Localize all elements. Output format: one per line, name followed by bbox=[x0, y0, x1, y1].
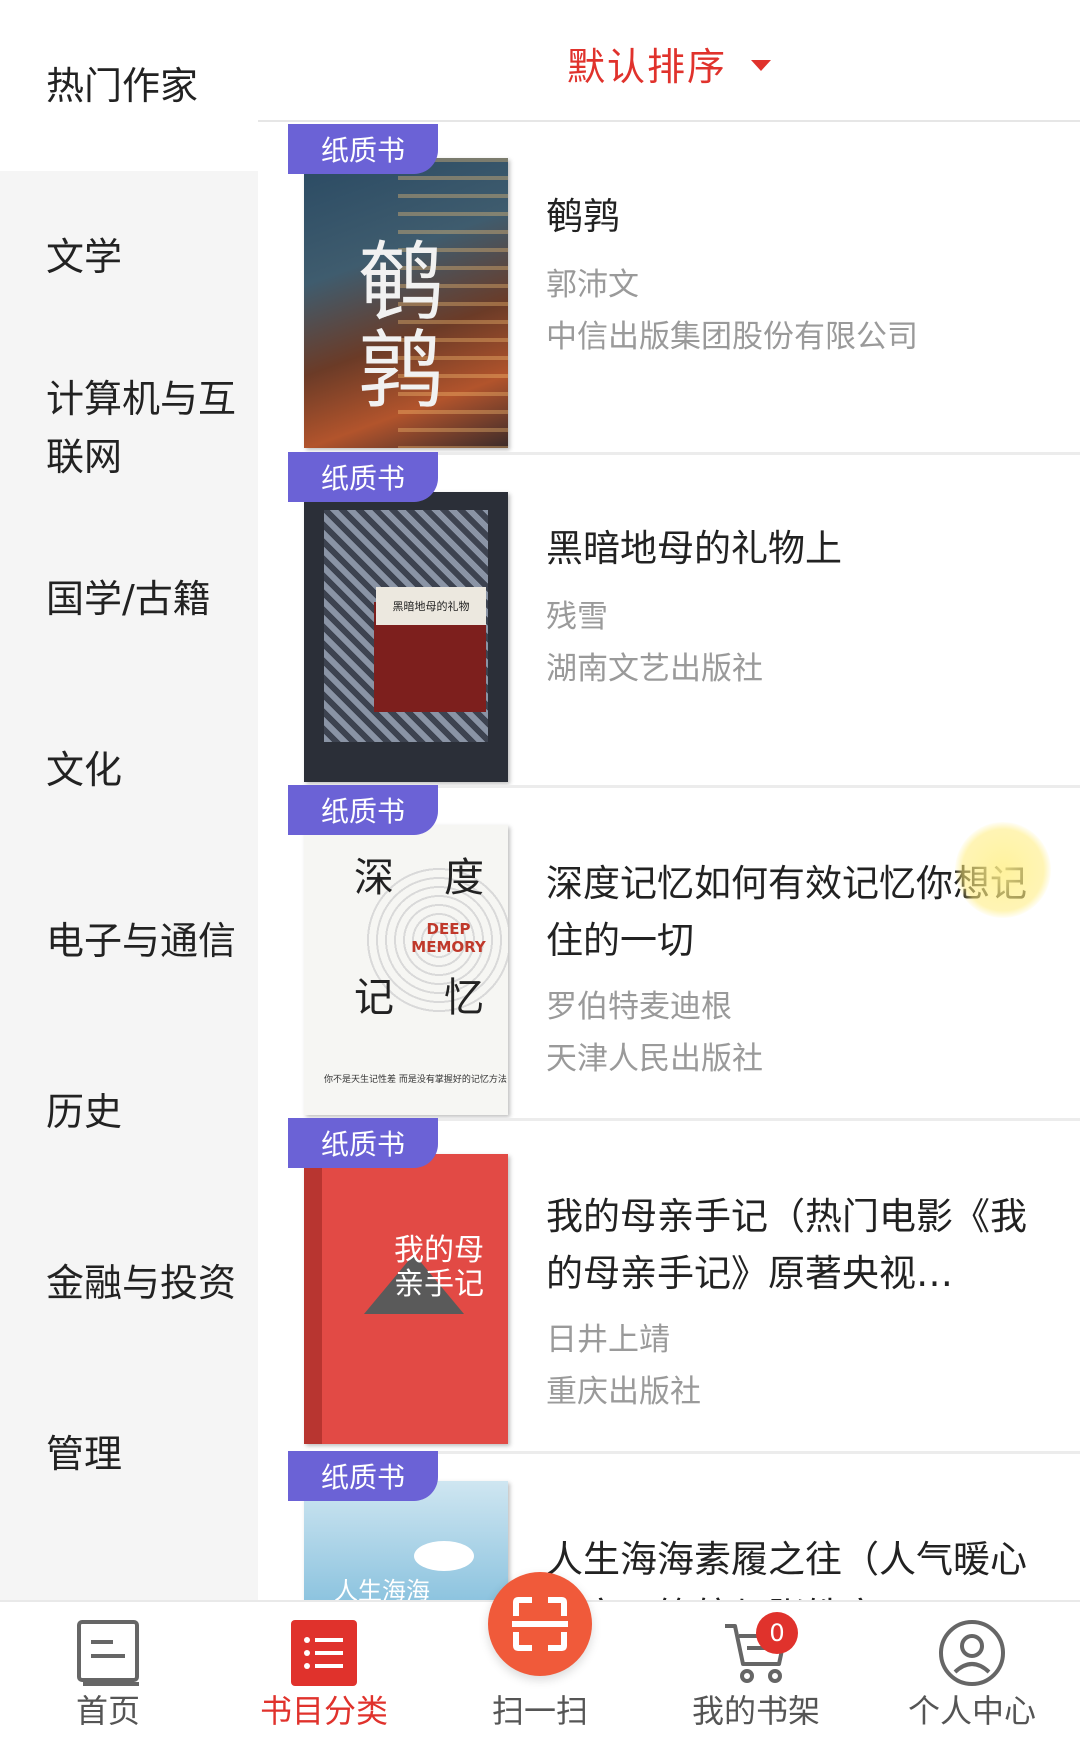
sidebar-item-label: 文学 bbox=[46, 234, 123, 279]
paper-book-badge: 纸质书 bbox=[288, 1118, 438, 1168]
tab-bookshelf[interactable]: 我的书架 bbox=[648, 1602, 864, 1740]
cover-tagline: 你不是天生记性差 而是没有掌握好的记忆方法 bbox=[324, 1075, 507, 1085]
user-icon bbox=[939, 1620, 1005, 1686]
book-item[interactable]: 人生海海 纸质书 人生海海素履之往（人气暖心作家云笺航与张皓宸 bbox=[258, 1451, 1080, 1600]
sidebar-item-label: 热门作家 bbox=[46, 63, 199, 108]
book-item[interactable]: 鹌 鹑 纸质书 鹌鹑 郭沛文 中信出版集团股份有限公司 bbox=[258, 124, 1080, 457]
cover-english-title: DEEP MEMORY bbox=[411, 920, 486, 956]
paper-book-badge: 纸质书 bbox=[288, 1451, 438, 1501]
sidebar-item-label: 国学/古籍 bbox=[46, 576, 211, 621]
sidebar-item-label: 文化 bbox=[46, 747, 123, 792]
sidebar-item-finance[interactable]: 金融与投资 bbox=[0, 1197, 258, 1368]
sidebar-item-label: 电子与通信 bbox=[46, 918, 237, 963]
book-item[interactable]: 黑暗地母的礼物 纸质书 黑暗地母的礼物上 残雪 湖南文艺出版社 bbox=[258, 452, 1080, 785]
book-title: 我的母亲手记（热门电影《我的母亲手记》原著央视… bbox=[546, 1195, 1027, 1295]
cover-title: 鹌 bbox=[358, 233, 444, 333]
bookshelf-count-badge: 0 bbox=[756, 1612, 798, 1654]
tab-profile[interactable]: 个人中心 bbox=[864, 1602, 1080, 1740]
sidebar-item-electronics[interactable]: 电子与通信 bbox=[0, 855, 258, 1026]
sidebar-item-hot-authors[interactable]: 热门作家 bbox=[0, 0, 258, 171]
tab-label: 我的书架 bbox=[691, 1692, 820, 1730]
book-cover: 鹌 鹑 bbox=[304, 158, 508, 448]
book-publisher: 湖南文艺出版社 bbox=[546, 651, 763, 687]
book-author: 郭沛文 bbox=[546, 267, 639, 303]
app-root: 热门作家 文学 计算机与互联网 国学/古籍 文化 电子与通信 历史 金融与投资 … bbox=[0, 0, 1080, 1740]
sidebar-item-label: 金融与投资 bbox=[46, 1260, 237, 1305]
book-author: 残雪 bbox=[546, 599, 608, 635]
book-publisher: 重庆出版社 bbox=[546, 1374, 701, 1410]
book-cover: 深 度 DEEP MEMORY 记 忆 你不是天生记性差 而是没有掌握好的记忆方… bbox=[304, 825, 508, 1115]
scan-button[interactable] bbox=[488, 1572, 592, 1676]
book-item[interactable]: 深 度 DEEP MEMORY 记 忆 你不是天生记性差 而是没有掌握好的记忆方… bbox=[258, 785, 1080, 1118]
tab-label: 个人中心 bbox=[907, 1692, 1036, 1730]
book-cover: 黑暗地母的礼物 bbox=[304, 492, 508, 782]
cover-char: 忆 bbox=[444, 975, 484, 1021]
caret-down-icon bbox=[751, 59, 771, 71]
scan-icon bbox=[512, 1597, 568, 1651]
sidebar-item-guoxue[interactable]: 国学/古籍 bbox=[0, 513, 258, 684]
book-info: 鹌鹑 郭沛文 中信出版集团股份有限公司 bbox=[546, 188, 1050, 363]
cover-char: 记 bbox=[354, 975, 394, 1021]
book-info: 人生海海素履之往（人气暖心作家云笺航与张皓宸 bbox=[546, 1531, 1050, 1600]
book-title: 黑暗地母的礼物上 bbox=[546, 527, 842, 570]
cover-title: 人生海海 bbox=[334, 1577, 430, 1600]
book-info: 黑暗地母的礼物上 残雪 湖南文艺出版社 bbox=[546, 520, 1050, 695]
book-title: 人生海海素履之往（人气暖心作家云笺航与张皓宸 bbox=[546, 1538, 1027, 1600]
book-author: 日井上靖 bbox=[546, 1322, 670, 1358]
paper-book-badge: 纸质书 bbox=[288, 785, 438, 835]
category-sidebar: 热门作家 文学 计算机与互联网 国学/古籍 文化 电子与通信 历史 金融与投资 … bbox=[0, 0, 258, 1600]
book-publisher: 天津人民出版社 bbox=[546, 1041, 763, 1077]
sidebar-item-computer-internet[interactable]: 计算机与互联网 bbox=[0, 342, 258, 513]
book-title: 鹌鹑 bbox=[546, 195, 620, 238]
cover-char: 度 bbox=[444, 855, 484, 901]
home-doc-icon bbox=[77, 1620, 139, 1686]
tab-home[interactable]: 首页 bbox=[0, 1602, 216, 1740]
book-cover: 我的母亲手记 bbox=[304, 1154, 508, 1444]
tab-categories[interactable]: 书目分类 bbox=[216, 1602, 432, 1740]
sort-dropdown[interactable]: 默认排序 bbox=[258, 6, 1080, 122]
book-author: 罗伯特麦迪根 bbox=[546, 989, 732, 1025]
sidebar-item-management[interactable]: 管理 bbox=[0, 1368, 258, 1539]
touch-indicator bbox=[955, 822, 1051, 918]
sidebar-item-label: 管理 bbox=[46, 1431, 123, 1476]
cover-char: 深 bbox=[354, 855, 394, 901]
sidebar-item-label: 历史 bbox=[46, 1089, 123, 1134]
sidebar-item-label: 计算机与互联网 bbox=[46, 376, 237, 479]
book-info: 我的母亲手记（热门电影《我的母亲手记》原著央视… 日井上靖 重庆出版社 bbox=[546, 1188, 1050, 1418]
list-icon bbox=[291, 1620, 357, 1686]
cover-title: 鹑 bbox=[358, 321, 444, 421]
paper-book-badge: 纸质书 bbox=[288, 452, 438, 502]
book-publisher: 中信出版集团股份有限公司 bbox=[546, 319, 918, 355]
tab-label: 书目分类 bbox=[259, 1692, 388, 1730]
cover-title: 黑暗地母的礼物 bbox=[376, 587, 486, 625]
sidebar-item-culture[interactable]: 文化 bbox=[0, 684, 258, 855]
sidebar-item-history[interactable]: 历史 bbox=[0, 1026, 258, 1197]
sidebar-item-literature[interactable]: 文学 bbox=[0, 171, 258, 342]
sort-label: 默认排序 bbox=[566, 44, 727, 89]
tab-label: 扫一扫 bbox=[491, 1692, 588, 1730]
paper-book-badge: 纸质书 bbox=[288, 124, 438, 174]
cover-title: 我的母亲手记 bbox=[394, 1233, 484, 1302]
book-item[interactable]: 我的母亲手记 纸质书 我的母亲手记（热门电影《我的母亲手记》原著央视… 日井上靖… bbox=[258, 1118, 1080, 1451]
tab-label: 首页 bbox=[75, 1692, 140, 1730]
